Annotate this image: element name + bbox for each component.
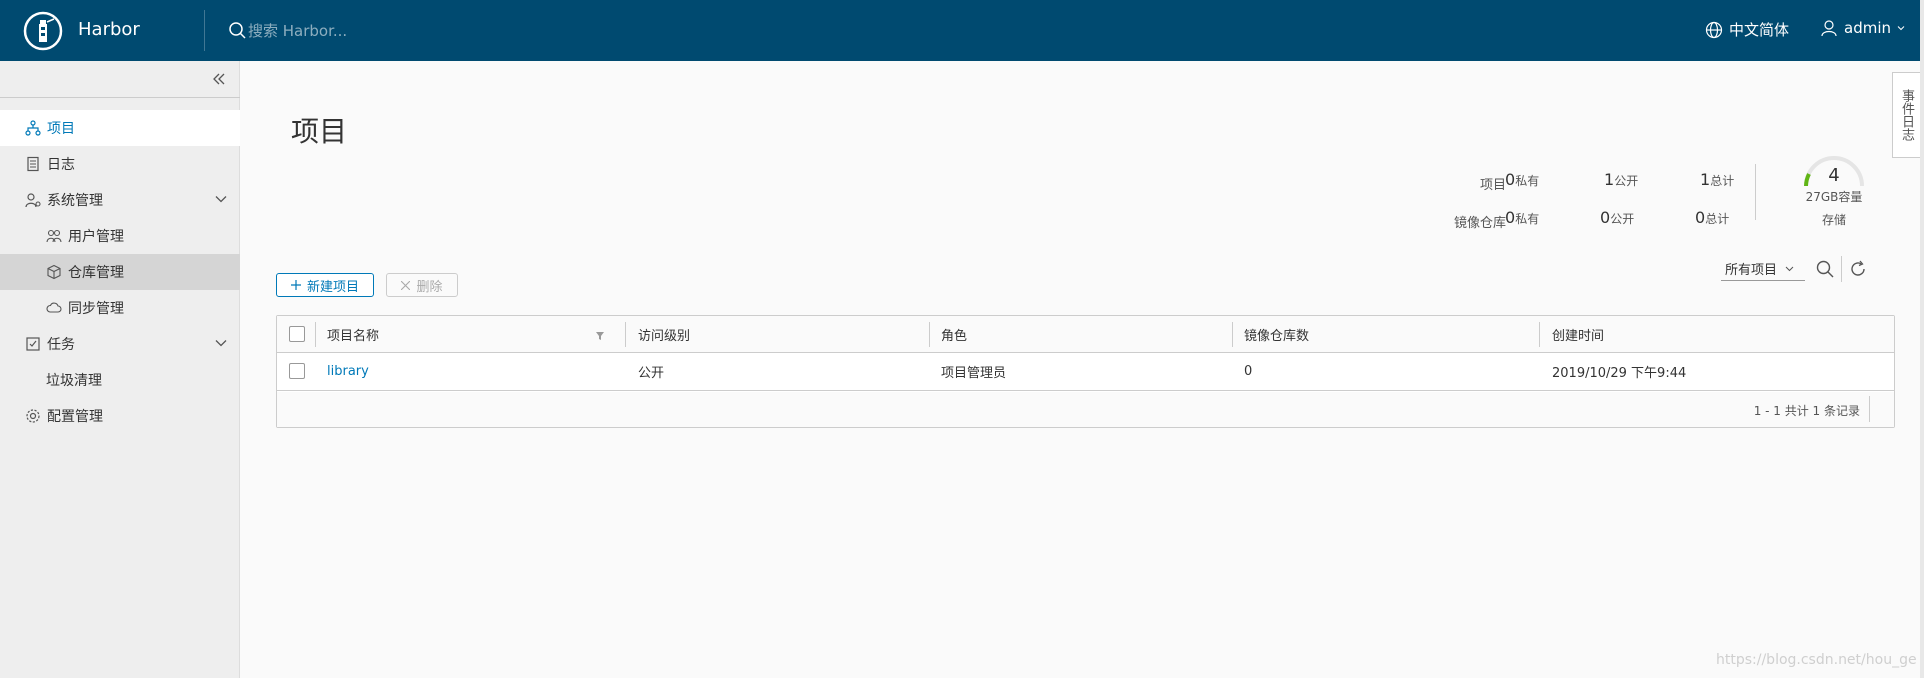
sidebar-item-label: 系统管理 xyxy=(47,193,103,209)
chevron-down-icon xyxy=(1785,266,1794,272)
footer-divider xyxy=(1869,396,1870,422)
top-header: Harbor 中文简体 admin xyxy=(0,0,1924,61)
user-settings-icon xyxy=(25,193,41,208)
row-checkbox[interactable] xyxy=(289,363,305,379)
project-filter-select[interactable]: 所有项目 xyxy=(1721,257,1805,281)
chevron-down-icon[interactable] xyxy=(214,336,228,350)
search-icon xyxy=(229,22,246,39)
task-icon xyxy=(26,337,40,351)
sidebar: 项目 日志 系统管理 用户管理 仓库管理 同步管理 任务 垃圾清理 配置管理 xyxy=(0,61,240,678)
stat-project-private: 0私有 xyxy=(1505,170,1540,189)
stat-repo-public: 0公开 xyxy=(1600,208,1635,227)
access-level: 公开 xyxy=(638,366,665,381)
table-footer: 1 - 1 共计 1 条记录 xyxy=(277,392,1894,427)
column-header-name[interactable]: 项目名称 xyxy=(327,316,379,352)
brand-name[interactable]: Harbor xyxy=(78,19,140,40)
storage-capacity: 27GB容量 xyxy=(1805,190,1863,204)
creation-time: 2019/10/29 下午9:44 xyxy=(1552,366,1687,381)
filter-icon[interactable] xyxy=(595,331,605,341)
stats-divider xyxy=(1755,164,1756,220)
sidebar-item-configuration[interactable]: 配置管理 xyxy=(0,398,240,434)
user-menu[interactable]: admin xyxy=(1820,19,1905,37)
table-row: library 公开 项目管理员 0 2019/10/29 下午9:44 xyxy=(277,353,1894,391)
sidebar-item-label: 用户管理 xyxy=(68,229,124,245)
stat-project-public: 1公开 xyxy=(1604,170,1639,189)
user-icon xyxy=(1821,20,1837,37)
sidebar-item-garbage-collection[interactable]: 垃圾清理 xyxy=(0,362,240,398)
sidebar-item-label: 垃圾清理 xyxy=(46,373,102,389)
chevron-down-icon[interactable] xyxy=(214,192,228,206)
column-divider xyxy=(315,322,316,347)
stat-repo-private: 0私有 xyxy=(1505,208,1540,227)
sidebar-collapse-bar xyxy=(0,61,240,98)
sidebar-item-label: 任务 xyxy=(47,337,75,353)
global-search-input[interactable] xyxy=(248,20,548,42)
stats-repo-label: 镜像仓库 xyxy=(1453,216,1506,231)
select-all-checkbox[interactable] xyxy=(289,326,305,342)
search-icon[interactable] xyxy=(1815,259,1835,279)
delete-label: 删除 xyxy=(416,278,443,294)
role: 项目管理员 xyxy=(941,366,1007,381)
watermark-text: https://blog.csdn.net/hou_ge xyxy=(1716,652,1917,668)
repo-count: 0 xyxy=(1244,364,1253,379)
language-label: 中文简体 xyxy=(1729,21,1790,39)
sidebar-item-label: 配置管理 xyxy=(47,409,103,425)
close-icon xyxy=(401,280,411,290)
sidebar-item-projects[interactable]: 项目 xyxy=(0,110,240,146)
globe-icon xyxy=(1705,21,1723,38)
column-header-created[interactable]: 创建时间 xyxy=(1552,316,1604,352)
column-divider xyxy=(929,322,930,347)
new-project-button[interactable]: 新建项目 xyxy=(276,273,374,297)
header-divider xyxy=(204,10,205,51)
event-log-tab[interactable]: 事件日志 xyxy=(1892,72,1920,158)
double-chevron-left-icon[interactable] xyxy=(210,70,228,88)
sidebar-item-tasks[interactable]: 任务 xyxy=(0,326,240,362)
sidebar-item-logs[interactable]: 日志 xyxy=(0,146,240,182)
column-header-repo-count[interactable]: 镜像仓库数 xyxy=(1244,316,1309,352)
filter-label: 所有项目 xyxy=(1725,263,1778,278)
refresh-icon[interactable] xyxy=(1848,259,1868,279)
language-selector[interactable]: 中文简体 xyxy=(1705,19,1789,40)
delete-button[interactable]: 删除 xyxy=(386,273,458,297)
project-name-link[interactable]: library xyxy=(327,353,369,390)
sidebar-item-label: 同步管理 xyxy=(68,301,124,317)
sidebar-item-label: 日志 xyxy=(47,157,75,173)
column-divider xyxy=(1232,322,1233,347)
column-divider xyxy=(625,322,626,347)
new-project-label: 新建项目 xyxy=(306,278,359,294)
column-header-access[interactable]: 访问级别 xyxy=(638,316,690,352)
plus-icon xyxy=(290,280,301,290)
username: admin xyxy=(1844,19,1891,37)
cube-icon xyxy=(47,264,61,280)
main-content: 项目 项目 镜像仓库 0私有 1公开 1总计 0私有 0公开 0总计 4 27G… xyxy=(241,61,1896,678)
window-edge xyxy=(1920,0,1924,678)
sidebar-item-system-admin[interactable]: 系统管理 xyxy=(0,182,240,218)
storage-label: 存储 xyxy=(1821,213,1846,227)
users-icon xyxy=(46,229,62,243)
project-icon xyxy=(25,120,41,136)
cloud-sync-icon xyxy=(46,302,62,313)
chevron-down-icon xyxy=(1897,26,1905,31)
log-icon xyxy=(27,156,39,172)
stats-project-label: 项目 xyxy=(1479,178,1506,193)
gear-icon xyxy=(26,409,40,423)
sidebar-item-user-management[interactable]: 用户管理 xyxy=(0,218,240,254)
harbor-logo-icon[interactable] xyxy=(23,11,63,51)
sidebar-item-replication[interactable]: 同步管理 xyxy=(0,290,240,326)
sidebar-item-label: 项目 xyxy=(47,121,75,137)
toolbar-divider xyxy=(1841,256,1842,282)
sidebar-item-registry-management[interactable]: 仓库管理 xyxy=(0,254,240,290)
pagination-summary: 1 - 1 共计 1 条记录 xyxy=(1753,404,1860,418)
sidebar-item-label: 仓库管理 xyxy=(68,265,124,281)
page-title: 项目 xyxy=(291,115,348,148)
stat-project-total: 1总计 xyxy=(1700,170,1735,189)
projects-table: 项目名称 访问级别 角色 镜像仓库数 创建时间 library 公开 项目管理员… xyxy=(276,315,1895,428)
column-divider xyxy=(1539,322,1540,347)
column-header-role[interactable]: 角色 xyxy=(941,316,967,352)
table-header: 项目名称 访问级别 角色 镜像仓库数 创建时间 xyxy=(277,316,1894,353)
storage-count: 4 xyxy=(1828,165,1840,186)
stat-repo-total: 0总计 xyxy=(1695,208,1730,227)
